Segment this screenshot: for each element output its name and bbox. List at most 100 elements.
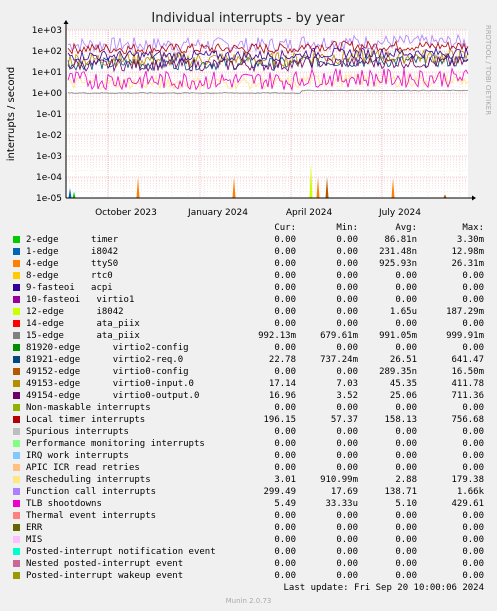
legend-series-name: 1-edge i8042 (26, 247, 119, 257)
x-tick-label: April 2024 (286, 208, 333, 218)
legend-avg-value: 0.00 (395, 271, 417, 281)
legend-swatch (13, 260, 20, 267)
legend-swatch (13, 404, 20, 411)
legend-cur-value: 0.00 (274, 271, 296, 281)
legend-avg-value: 0.00 (395, 319, 417, 329)
y-tick-label: 1e+00 (32, 89, 63, 99)
legend-row: TLB shootdowns 5.49 33.33u 5.10 429.61 (12, 498, 490, 510)
legend-row: IRQ work interrupts 0.00 0.00 0.00 0.00 (12, 450, 490, 462)
legend-min-value: 0.00 (336, 571, 358, 581)
legend-swatch (13, 392, 20, 399)
legend-series-name: Non-maskable interrupts (26, 403, 151, 413)
legend-max-value: 641.47 (451, 355, 484, 365)
legend-avg-value: 0.00 (395, 283, 417, 293)
legend-cur-value: 0.00 (274, 367, 296, 377)
legend-swatch (13, 380, 20, 387)
legend-swatch (13, 488, 20, 495)
y-tick-label: 1e-02 (36, 131, 62, 141)
legend-swatch (13, 452, 20, 459)
legend-column-header: Min: (336, 223, 358, 233)
legend-min-value: 0.00 (336, 439, 358, 449)
legend-cur-value: 5.49 (274, 499, 296, 509)
legend-cur-value: 0.00 (274, 307, 296, 317)
legend-max-value: 0.00 (462, 319, 484, 329)
legend-column-header: Cur: (274, 223, 296, 233)
legend-cur-value: 196.15 (263, 415, 296, 425)
legend-row: 49152-edge virtio0-config 0.00 0.00 289.35n… (12, 366, 490, 378)
legend-series-name: Spurious interrupts (26, 427, 129, 437)
y-tick-label: 1e+03 (32, 26, 62, 36)
legend-avg-value: 0.00 (395, 451, 417, 461)
legend-cur-value: 0.00 (274, 427, 296, 437)
legend-max-value: 0.00 (462, 271, 484, 281)
legend-max-value: 16.50m (451, 367, 484, 377)
legend-row: Posted-interrupt wakeup event 0.00 0.00 0.0… (12, 570, 490, 582)
legend-cur-value: 0.00 (274, 559, 296, 569)
legend-row: APIC ICR read retries 0.00 0.00 0.00 0.00 (12, 462, 490, 474)
legend-avg-value: 0.00 (395, 439, 417, 449)
legend-avg-value: 25.06 (389, 391, 417, 401)
legend-min-value: 33.33u (325, 499, 358, 509)
legend-cur-value: 0.00 (274, 451, 296, 461)
legend-avg-value: 0.00 (395, 571, 417, 581)
legend-avg-value: 0.00 (395, 295, 417, 305)
legend-min-value: 0.00 (336, 271, 358, 281)
legend-swatch (13, 344, 20, 351)
legend-max-value: 12.98m (451, 247, 484, 257)
legend-row: Performance monitoring interrupts 0.00 0.0… (12, 438, 490, 450)
legend-cur-value: 0.00 (274, 295, 296, 305)
legend-max-value: 429.61 (451, 499, 484, 509)
legend-swatch (13, 524, 20, 531)
legend-series-name: ERR (26, 523, 43, 533)
legend-max-value: 0.00 (462, 571, 484, 581)
legend-max-value: 0.00 (462, 559, 484, 569)
legend-avg-value: 5.10 (395, 499, 417, 509)
legend-series-name: Posted-interrupt wakeup event (26, 571, 184, 581)
legend-avg-value: 925.93n (379, 259, 417, 269)
munin-version: Munin 2.0.73 (225, 597, 272, 605)
legend-max-value: 0.00 (462, 547, 484, 557)
legend-row: 9-fasteoi acpi 0.00 0.00 0.00 0.00 (12, 282, 490, 294)
legend-cur-value: 0.00 (274, 343, 296, 353)
legend-series-name: 49153-edge virtio0-input.0 (26, 379, 194, 389)
legend-series-name: TLB shootdowns (26, 499, 102, 509)
legend-series-name: 81920-edge virtio2-config (26, 343, 189, 353)
y-tick-label: 1e-03 (36, 152, 62, 162)
legend-swatch (13, 308, 20, 315)
legend-cur-value: 22.78 (268, 355, 296, 365)
legend-cur-value: 0.00 (274, 247, 296, 257)
legend-header: Cur: Min: Avg: Max: (12, 222, 490, 234)
legend-max-value: 999.91m (446, 331, 484, 341)
legend-series-name: Posted-interrupt notification event (26, 547, 216, 557)
legend-min-value: 17.69 (330, 487, 358, 497)
legend-min-value: 0.00 (336, 535, 358, 545)
legend-series-name: Performance monitoring interrupts (26, 439, 205, 449)
legend-avg-value: 26.51 (389, 355, 417, 365)
legend-swatch (13, 512, 20, 519)
y-axis-label: interrupts / second (6, 67, 17, 161)
legend-cur-value: 0.00 (274, 235, 296, 245)
legend-avg-value: 0.00 (395, 511, 417, 521)
x-tick-label: January 2024 (187, 208, 248, 218)
legend-min-value: 0.00 (336, 259, 358, 269)
legend-min-value: 0.00 (336, 451, 358, 461)
legend-cur-value: 0.00 (274, 403, 296, 413)
legend-max-value: 0.00 (462, 295, 484, 305)
legend-cur-value: 0.00 (274, 283, 296, 293)
legend-max-value: 0.00 (462, 523, 484, 533)
legend-avg-value: 45.35 (389, 379, 417, 389)
legend-max-value: 0.00 (462, 343, 484, 353)
legend-min-value: 0.00 (336, 247, 358, 257)
legend-avg-value: 138.71 (384, 487, 417, 497)
legend-row: 12-edge i8042 0.00 0.00 1.65u 187.29m (12, 306, 490, 318)
legend-min-value: 0.00 (336, 511, 358, 521)
legend-series-name: 4-edge ttyS0 (26, 259, 119, 269)
legend-series-name: IRQ work interrupts (26, 451, 129, 461)
legend-max-value: 411.78 (451, 379, 484, 389)
legend-series-name: 12-edge i8042 (26, 307, 124, 317)
legend-avg-value: 0.00 (395, 535, 417, 545)
legend-row: 4-edge ttyS0 0.00 0.00 925.93n 26.31m (12, 258, 490, 270)
legend-min-value: 0.00 (336, 283, 358, 293)
legend-series-name: 49154-edge virtio0-output.0 (26, 391, 200, 401)
legend-swatch (13, 320, 20, 327)
